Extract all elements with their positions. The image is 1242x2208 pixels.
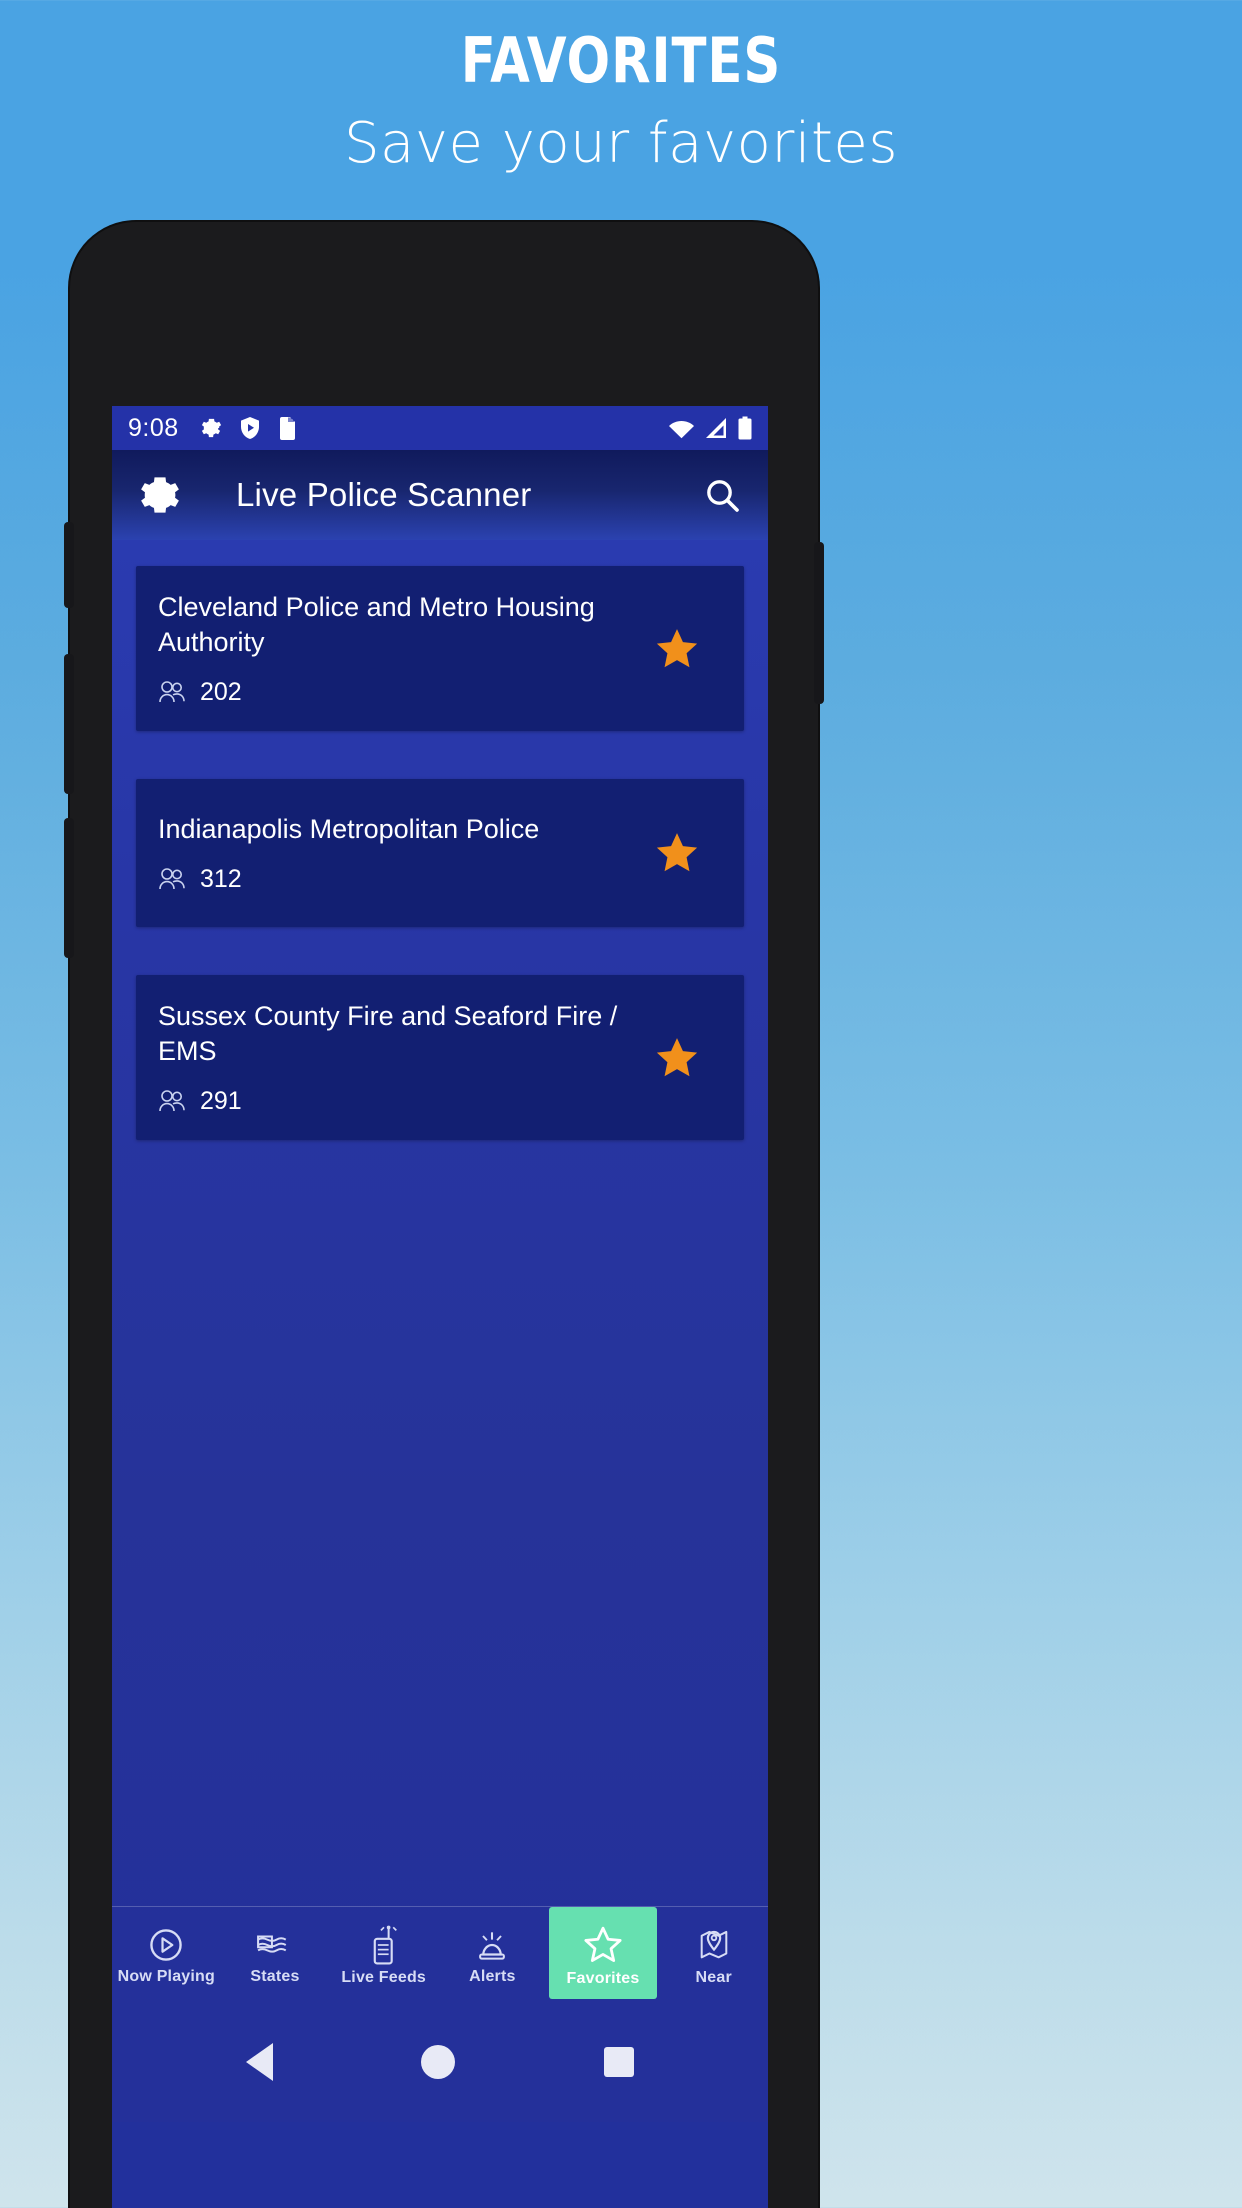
nav-label: States bbox=[250, 1968, 300, 1985]
feed-card-body: Indianapolis Metropolitan Police 312 bbox=[158, 812, 654, 894]
phone-button-left-bottom bbox=[64, 818, 74, 958]
feed-listener-count: 202 bbox=[200, 678, 242, 707]
feed-card[interactable]: Cleveland Police and Metro Housing Autho… bbox=[136, 566, 744, 732]
nav-item-live-feeds[interactable]: Live Feeds bbox=[329, 1907, 438, 1999]
status-bar-notification-icons bbox=[199, 416, 297, 440]
phone-button-right bbox=[814, 542, 824, 704]
app-bar-title: Live Police Scanner bbox=[236, 476, 532, 513]
nav-item-alerts[interactable]: Alerts bbox=[438, 1907, 547, 1999]
gear-icon[interactable] bbox=[138, 473, 182, 517]
status-bar: 9:08 bbox=[112, 406, 768, 450]
feed-listeners: 202 bbox=[158, 678, 644, 707]
bottom-navigation: Now Playing States Live Feeds Alerts Fav… bbox=[112, 1906, 768, 2002]
feed-listeners: 312 bbox=[158, 865, 644, 894]
feed-name: Sussex County Fire and Seaford Fire / EM… bbox=[158, 1001, 618, 1067]
wifi-icon bbox=[669, 421, 694, 439]
sd-card-icon bbox=[279, 417, 295, 440]
phone-screen: 9:08 Live Police Scanner Cleveland Polic… bbox=[112, 406, 768, 2208]
nav-label: Alerts bbox=[469, 1968, 516, 1985]
promo-subtitle: Save your favorites bbox=[343, 111, 899, 176]
status-bar-clock: 9:08 bbox=[128, 413, 179, 442]
phone-button-left-top bbox=[64, 522, 74, 608]
radio-scanner-icon bbox=[373, 1925, 397, 1965]
star-icon[interactable] bbox=[654, 830, 700, 876]
star-outline-icon bbox=[584, 1926, 622, 1962]
status-bar-system-icons bbox=[668, 416, 752, 440]
phone-mockup: 9:08 Live Police Scanner Cleveland Polic… bbox=[64, 222, 824, 2208]
nav-item-favorites[interactable]: Favorites bbox=[548, 1907, 658, 1999]
shield-play-icon bbox=[240, 417, 259, 439]
feed-card-body: Cleveland Police and Metro Housing Autho… bbox=[158, 590, 654, 707]
play-circle-icon bbox=[150, 1929, 183, 1961]
back-triangle-icon[interactable] bbox=[246, 2043, 274, 2081]
siren-icon bbox=[479, 1932, 506, 1960]
feed-listeners: 291 bbox=[158, 1087, 644, 1116]
star-icon[interactable] bbox=[654, 626, 700, 672]
recents-square-icon[interactable] bbox=[603, 2047, 634, 2077]
gear-icon bbox=[201, 418, 221, 438]
promo-header: FAVORITES Save your favorites bbox=[0, 0, 1242, 176]
listeners-icon bbox=[159, 867, 185, 889]
nav-label: Live Feeds bbox=[341, 1969, 427, 1986]
home-circle-icon[interactable] bbox=[421, 2045, 456, 2079]
battery-icon bbox=[738, 416, 752, 440]
feed-name: Cleveland Police and Metro Housing Autho… bbox=[158, 592, 595, 658]
listeners-icon bbox=[159, 1090, 185, 1111]
nav-label: Now Playing bbox=[117, 1968, 215, 1985]
feed-card-body: Sussex County Fire and Seaford Fire / EM… bbox=[158, 999, 654, 1116]
feed-listener-count: 291 bbox=[200, 1087, 242, 1116]
cellular-signal-icon bbox=[706, 418, 726, 438]
feed-card[interactable]: Sussex County Fire and Seaford Fire / EM… bbox=[136, 975, 744, 1141]
map-pin-icon bbox=[700, 1930, 727, 1959]
app-bar: Live Police Scanner bbox=[112, 450, 768, 540]
nav-item-near[interactable]: Near bbox=[659, 1907, 768, 1999]
phone-button-left-mid bbox=[64, 654, 74, 794]
promo-title: FAVORITES bbox=[460, 24, 782, 97]
usa-map-icon bbox=[257, 1935, 287, 1953]
star-icon[interactable] bbox=[654, 1035, 700, 1081]
android-navigation-bar bbox=[112, 2002, 768, 2122]
favorites-list: Cleveland Police and Metro Housing Autho… bbox=[112, 540, 768, 2002]
nav-item-states[interactable]: States bbox=[221, 1907, 330, 1999]
search-icon[interactable] bbox=[702, 475, 742, 515]
nav-label: Near bbox=[695, 1969, 732, 1986]
listeners-icon bbox=[159, 680, 185, 702]
feed-card[interactable]: Indianapolis Metropolitan Police 312 bbox=[136, 779, 744, 928]
nav-item-now-playing[interactable]: Now Playing bbox=[112, 1907, 221, 1999]
feed-listener-count: 312 bbox=[200, 865, 242, 894]
nav-label: Favorites bbox=[566, 1970, 640, 1987]
feed-name: Indianapolis Metropolitan Police bbox=[158, 814, 540, 845]
